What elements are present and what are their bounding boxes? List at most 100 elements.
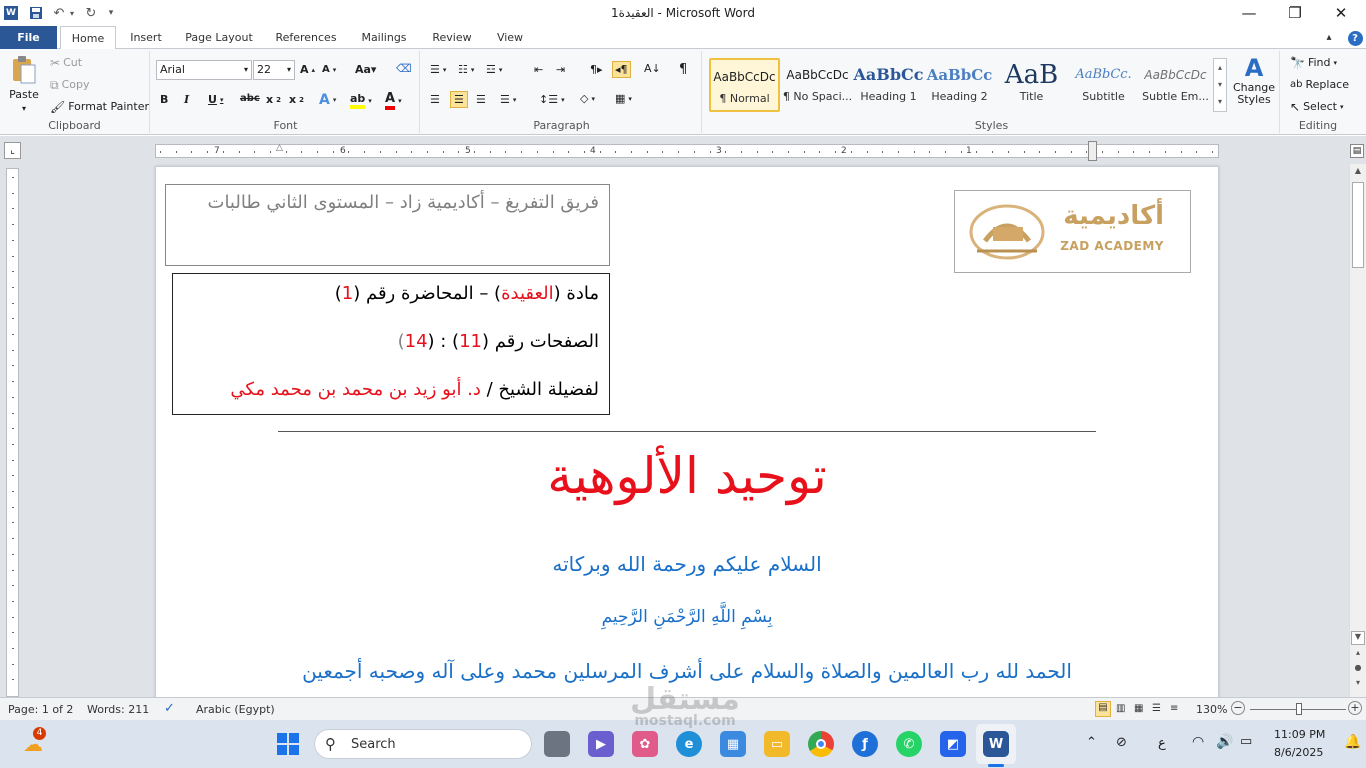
bold-button[interactable]: B (160, 93, 168, 106)
proofing-icon[interactable]: ✓ (164, 701, 175, 716)
clock-date[interactable]: 8/6/2025 (1274, 746, 1323, 759)
vertical-ruler[interactable] (6, 168, 19, 697)
style-subtitle[interactable]: AaBbCc. Subtitle (1068, 58, 1139, 112)
scroll-down-icon[interactable]: ▼ (1351, 631, 1365, 645)
find-button[interactable]: 🔭 Find ▾ (1290, 56, 1337, 69)
shrink-font-icon[interactable]: A ▾ (322, 64, 336, 75)
prev-page-icon[interactable]: ▴ (1351, 648, 1365, 662)
next-page-icon[interactable]: ▾ (1351, 678, 1365, 692)
rtl-icon[interactable]: ◂¶ (612, 61, 631, 78)
tab-review[interactable]: Review (426, 26, 478, 49)
show-marks-icon[interactable]: ¶ (679, 62, 687, 77)
strikethrough-button[interactable]: abc (240, 93, 260, 104)
multilevel-list-icon[interactable]: ☲ ▾ (486, 63, 502, 76)
font-color-icon[interactable]: A ▾ (385, 91, 402, 110)
justify-icon[interactable]: ☰ ▾ (500, 93, 516, 106)
task-view-icon[interactable] (544, 731, 570, 757)
tab-insert[interactable]: Insert (124, 26, 168, 49)
font-size-box[interactable]: 22 ▾ (253, 60, 295, 80)
italic-button[interactable]: I (184, 93, 189, 106)
language-indicator[interactable]: Arabic (Egypt) (196, 703, 275, 716)
browse-object-icon[interactable]: ● (1351, 663, 1365, 677)
vertical-scrollbar[interactable]: ▲ ▼ ▴ ● ▾ (1349, 164, 1366, 697)
firefox-icon[interactable]: ƒ (852, 731, 878, 757)
style-normal[interactable]: AaBbCcDc ¶ Normal (709, 58, 780, 112)
borders-icon[interactable]: ▦ ▾ (615, 92, 632, 105)
align-left-icon[interactable]: ☰ (430, 93, 440, 106)
outline-icon[interactable]: ☰ (1152, 703, 1161, 714)
taskbar-search[interactable]: ⚲ Search (314, 729, 532, 759)
shading-icon[interactable]: ◇ ▾ (580, 92, 595, 105)
horizontal-ruler[interactable]: 7 6 5 4 3 2 1 △ (155, 141, 1219, 161)
close-button[interactable]: ✕ (1318, 0, 1364, 26)
select-button[interactable]: ↖ Select ▾ (1290, 100, 1344, 113)
align-right-icon[interactable]: ☰ (476, 93, 486, 106)
start-icon[interactable] (275, 731, 301, 757)
left-indent-marker[interactable]: △ (276, 143, 283, 153)
font-name-box[interactable]: Arial ▾ (156, 60, 252, 80)
right-indent-marker[interactable] (1088, 141, 1097, 161)
align-center-icon[interactable]: ☰ (450, 91, 468, 108)
restore-button[interactable]: ❐ (1272, 0, 1318, 26)
volume-icon[interactable]: 🔊 (1216, 734, 1233, 750)
file-explorer-icon[interactable]: ▭ (764, 731, 790, 757)
minimize-button[interactable]: — (1226, 0, 1272, 26)
chrome-icon[interactable] (808, 731, 834, 757)
numbering-icon[interactable]: ☷ ▾ (458, 63, 474, 76)
print-layout-icon[interactable]: ▤ (1095, 701, 1111, 717)
input-language[interactable]: ع (1158, 736, 1166, 751)
word-count[interactable]: Words: 211 (87, 703, 149, 716)
style-heading-1[interactable]: AaBbCc Heading 1 (853, 58, 924, 112)
zoom-in-icon[interactable]: + (1348, 701, 1362, 715)
notifications-icon[interactable]: 🔔 (1344, 734, 1361, 750)
underline-button[interactable]: U ▾ (208, 93, 223, 106)
view-ruler-icon[interactable]: ▤ (1350, 144, 1364, 158)
tab-home[interactable]: Home (60, 26, 116, 50)
battery-icon[interactable]: ▭ (1240, 734, 1252, 749)
tab-selector[interactable]: ⌞ (4, 142, 21, 159)
copy-button[interactable]: ⧉ Copy (50, 78, 89, 91)
paste-button[interactable]: Paste ▾ (6, 55, 42, 113)
zoom-level[interactable]: 130% (1196, 703, 1227, 716)
network-off-icon[interactable]: ⊘ (1116, 735, 1127, 750)
subscript-button[interactable]: x2 (266, 93, 281, 106)
decrease-indent-icon[interactable]: ⇤ (534, 63, 543, 76)
scroll-thumb[interactable] (1352, 182, 1364, 268)
highlight-icon[interactable]: ab ▾ (350, 92, 372, 109)
zoom-slider-thumb[interactable] (1296, 703, 1302, 715)
style-subtle-emphasis[interactable]: AaBbCcDc Subtle Em... (1140, 58, 1211, 112)
tab-view[interactable]: View (488, 26, 532, 49)
tab-page-layout[interactable]: Page Layout (180, 26, 258, 49)
store-icon[interactable]: ▦ (720, 731, 746, 757)
cut-button[interactable]: ✂ Cut (50, 56, 82, 69)
style-heading-2[interactable]: AaBbCc Heading 2 (924, 58, 995, 112)
styles-scroll[interactable]: ▴ ▾ ▾ (1213, 58, 1227, 112)
meet-icon[interactable]: ▶ (588, 731, 614, 757)
clear-formatting-icon[interactable]: ⌫ (396, 62, 412, 75)
line-spacing-icon[interactable]: ↕☰ ▾ (539, 93, 565, 106)
replace-button[interactable]: ab Replace (1290, 78, 1349, 91)
text-effects-icon[interactable]: A ▾ (319, 92, 336, 108)
tab-mailings[interactable]: Mailings (354, 26, 414, 49)
ltr-icon[interactable]: ¶▸ (590, 63, 603, 76)
web-layout-icon[interactable]: ▦ (1134, 703, 1143, 714)
word-taskbar-icon[interactable]: W (983, 731, 1009, 757)
zoom-out-icon[interactable]: − (1231, 701, 1245, 715)
bullets-icon[interactable]: ☰ ▾ (430, 63, 446, 76)
photos-icon[interactable]: ✿ (632, 731, 658, 757)
tab-references[interactable]: References (270, 26, 342, 49)
scroll-up-icon[interactable]: ▲ (1351, 166, 1365, 180)
full-screen-reading-icon[interactable]: ▥ (1116, 703, 1125, 714)
style-title[interactable]: AaB Title (996, 58, 1067, 112)
change-styles-button[interactable]: A Change Styles (1232, 54, 1276, 106)
grow-font-icon[interactable]: A ▴ (300, 63, 315, 76)
help-icon[interactable]: ? (1344, 26, 1366, 49)
increase-indent-icon[interactable]: ⇥ (556, 63, 565, 76)
tab-file[interactable]: File (0, 26, 57, 49)
draft-icon[interactable]: ≡ (1170, 703, 1178, 714)
whatsapp-icon[interactable]: ✆ (896, 731, 922, 757)
app-icon[interactable]: ◩ (940, 731, 966, 757)
show-hidden-icon[interactable]: ⌃ (1086, 735, 1097, 750)
wifi-icon[interactable]: ◠ (1192, 734, 1204, 750)
document-page[interactable]: أكاديمية ZAD ACADEMY فريق التفريغ – أكاد… (155, 166, 1219, 697)
